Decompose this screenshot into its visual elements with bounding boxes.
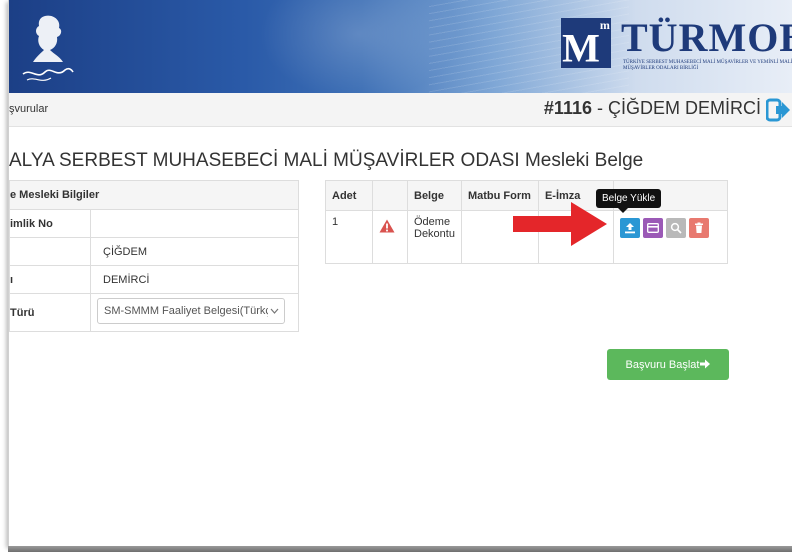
warning-icon	[379, 219, 395, 233]
select-value: SM-SMMM Faaliyet Belgesi(Türkç	[104, 305, 271, 317]
trash-icon	[694, 222, 703, 233]
application-separator: -	[592, 98, 608, 118]
column-header: Belge	[407, 180, 462, 211]
arrow-right-icon	[700, 359, 711, 369]
info-table-heading: e Mesleki Bilgiler	[9, 180, 299, 210]
header-banner: Mm TÜRMOB TÜRKİYE SERBEST MUHASEBECİ MAL…	[9, 0, 792, 93]
first-name-value: ÇİĞDEM	[90, 237, 299, 266]
logo-tagline: TÜRKİYE SERBEST MUHASEBECİ MALİ MÜŞAVİRL…	[623, 60, 792, 71]
credit-card-icon	[647, 223, 659, 233]
field-value: SM-SMMM Faaliyet Belgesi(Türkç	[90, 293, 299, 332]
red-pointer-arrow	[513, 202, 607, 246]
sign-out-icon[interactable]	[766, 98, 790, 122]
start-button-label: Başvuru Başlat	[625, 359, 700, 371]
applicant-name: ÇİĞDEM DEMİRCİ	[608, 98, 761, 118]
field-label: Türü	[9, 293, 91, 332]
application-id: #1116	[543, 98, 592, 118]
document-name-cell: Ödeme Dekontu	[407, 210, 462, 264]
field-value	[90, 209, 299, 238]
browser-window: Mm TÜRMOB TÜRKİYE SERBEST MUHASEBECİ MAL…	[8, 0, 792, 546]
upload-icon	[624, 223, 635, 234]
ataturk-silhouette-icon	[22, 15, 74, 81]
column-header	[372, 180, 408, 211]
field-label: ı	[9, 265, 91, 294]
last-name-value: DEMİRCİ	[90, 265, 299, 294]
table-row: Türü SM-SMMM Faaliyet Belgesi(Türkç	[9, 293, 299, 332]
actions-cell	[612, 210, 729, 264]
logo-mark: Mm	[561, 18, 611, 71]
start-application-button[interactable]: Başvuru Başlat	[607, 349, 729, 380]
field-label: imlik No	[9, 209, 91, 238]
column-header: Adet	[325, 180, 373, 211]
upload-document-button[interactable]	[619, 218, 640, 238]
turmob-logo: Mm TÜRMOB TÜRKİYE SERBEST MUHASEBECİ MAL…	[561, 14, 792, 84]
breadcrumb[interactable]: şvurular	[9, 103, 48, 115]
professional-info-table: e Mesleki Bilgiler imlik No ÇİĞDEM ı DEM…	[9, 180, 299, 332]
view-document-button[interactable]	[665, 218, 686, 238]
window-bottom-edge	[8, 546, 792, 552]
field-label	[9, 237, 91, 266]
breadcrumb-bar: şvurular #1116 - ÇİĞDEM DEMİRCİ	[9, 93, 792, 127]
logo-brand-text: TÜRMOB	[621, 15, 792, 60]
page-title: ALYA SERBEST MUHASEBECİ MALİ MÜŞAVİRLER …	[9, 150, 644, 171]
status-cell	[372, 210, 408, 264]
application-header: #1116 - ÇİĞDEM DEMİRCİ	[544, 98, 761, 119]
table-row: imlik No	[9, 209, 299, 238]
chevron-down-icon	[268, 299, 279, 323]
delete-document-button[interactable]	[688, 218, 709, 238]
document-type-select[interactable]: SM-SMMM Faaliyet Belgesi(Türkç	[97, 298, 285, 324]
table-row: ÇİĞDEM	[9, 237, 299, 266]
payment-card-button[interactable]	[642, 218, 663, 238]
table-row: ı DEMİRCİ	[9, 265, 299, 294]
search-icon	[670, 222, 682, 234]
quantity-cell: 1	[325, 210, 373, 264]
